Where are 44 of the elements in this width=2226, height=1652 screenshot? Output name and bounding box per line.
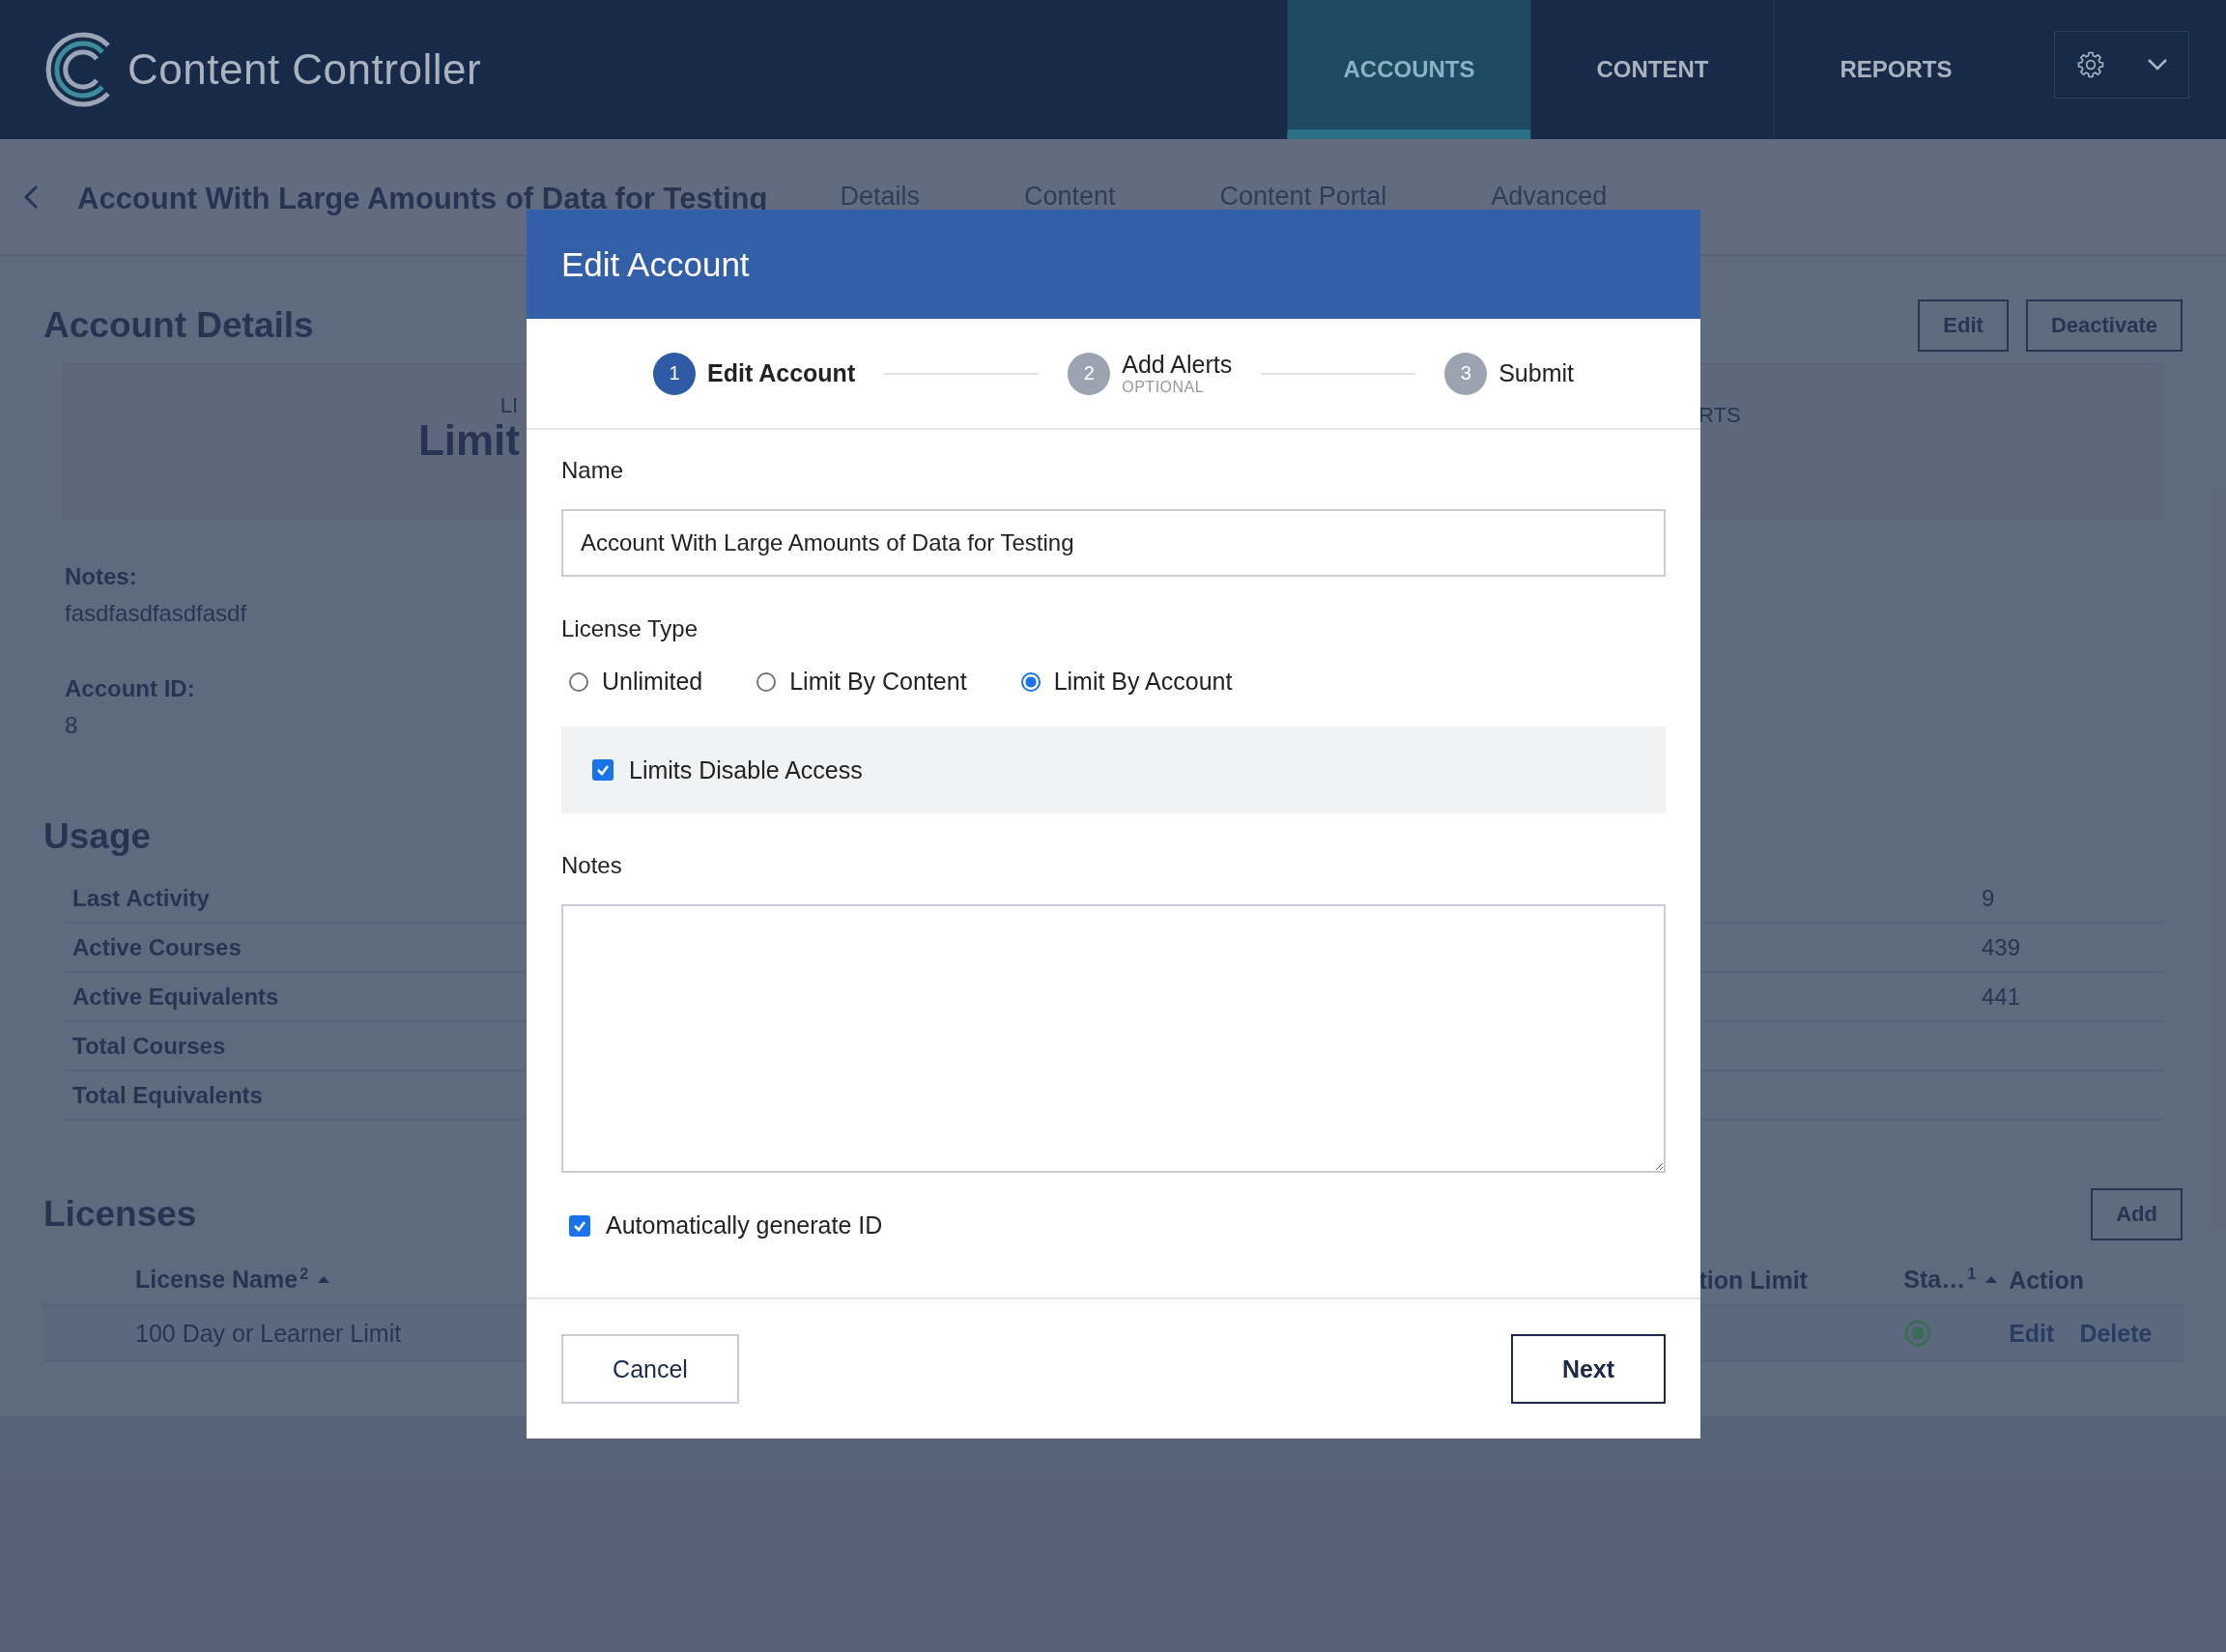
radio-label[interactable]: Limit By Account [1053, 668, 1233, 696]
radio-label[interactable]: Unlimited [602, 668, 703, 696]
step-label: Submit [1498, 359, 1574, 387]
checkbox[interactable] [569, 1214, 590, 1237]
name-input[interactable]: Account With Large Amounts of Data for Testing [561, 509, 1666, 577]
table-cell-text: Last Activity [71, 884, 211, 912]
table-cell-text: Active Courses [71, 933, 243, 961]
field-value: 8 [65, 711, 78, 740]
field-label: Name [561, 457, 625, 484]
next-button[interactable]: Next [1511, 1334, 1666, 1404]
section-heading: Account Details [43, 305, 314, 346]
field-label: Account ID: [65, 674, 195, 703]
step-sublabel: OPTIONAL [1122, 379, 1206, 396]
table-cell-text: Active Equivalents [71, 983, 280, 1011]
checkbox-label[interactable]: Limits Disable Access [629, 755, 863, 784]
checkbox[interactable] [592, 759, 614, 781]
settings-menu[interactable] [2054, 31, 2189, 99]
field-label: License Type [561, 615, 699, 642]
step-label: Add Alerts [1122, 351, 1233, 379]
table-cell: 441 [1982, 983, 2021, 1011]
section-heading: Usage [43, 816, 153, 857]
step-label: Edit Account [707, 359, 856, 387]
chevron-down-icon [2146, 58, 2168, 71]
radio-label[interactable]: Limit By Content [789, 668, 967, 696]
radio-button[interactable] [1020, 671, 1041, 692]
radio-button[interactable] [756, 671, 777, 692]
table-cell-text: Total Courses [71, 1032, 227, 1060]
field-label: Notes: [65, 562, 137, 591]
logo-text: Content Controller [128, 45, 482, 94]
dialog-title: Edit Account [561, 244, 750, 284]
field-label: Notes [561, 852, 623, 879]
step-number: 3 [1444, 352, 1488, 395]
table-cell: 9 [1982, 884, 1995, 912]
table-cell: 439 [1982, 933, 2021, 961]
field-value: fasdfasdfasdfasdf [65, 599, 247, 628]
nav-tab[interactable]: ACCOUNTS [1287, 0, 1530, 139]
checkbox-label[interactable]: Automatically generate ID [606, 1211, 883, 1239]
cancel-button[interactable]: Cancel [561, 1334, 739, 1404]
settings-icon [2075, 50, 2105, 79]
step-number: 1 [653, 352, 696, 395]
radio-button[interactable] [569, 671, 588, 692]
step-number: 2 [1068, 352, 1111, 395]
section-heading: Licenses [43, 1194, 197, 1235]
table-cell-text: Total Equivalents [71, 1081, 264, 1109]
